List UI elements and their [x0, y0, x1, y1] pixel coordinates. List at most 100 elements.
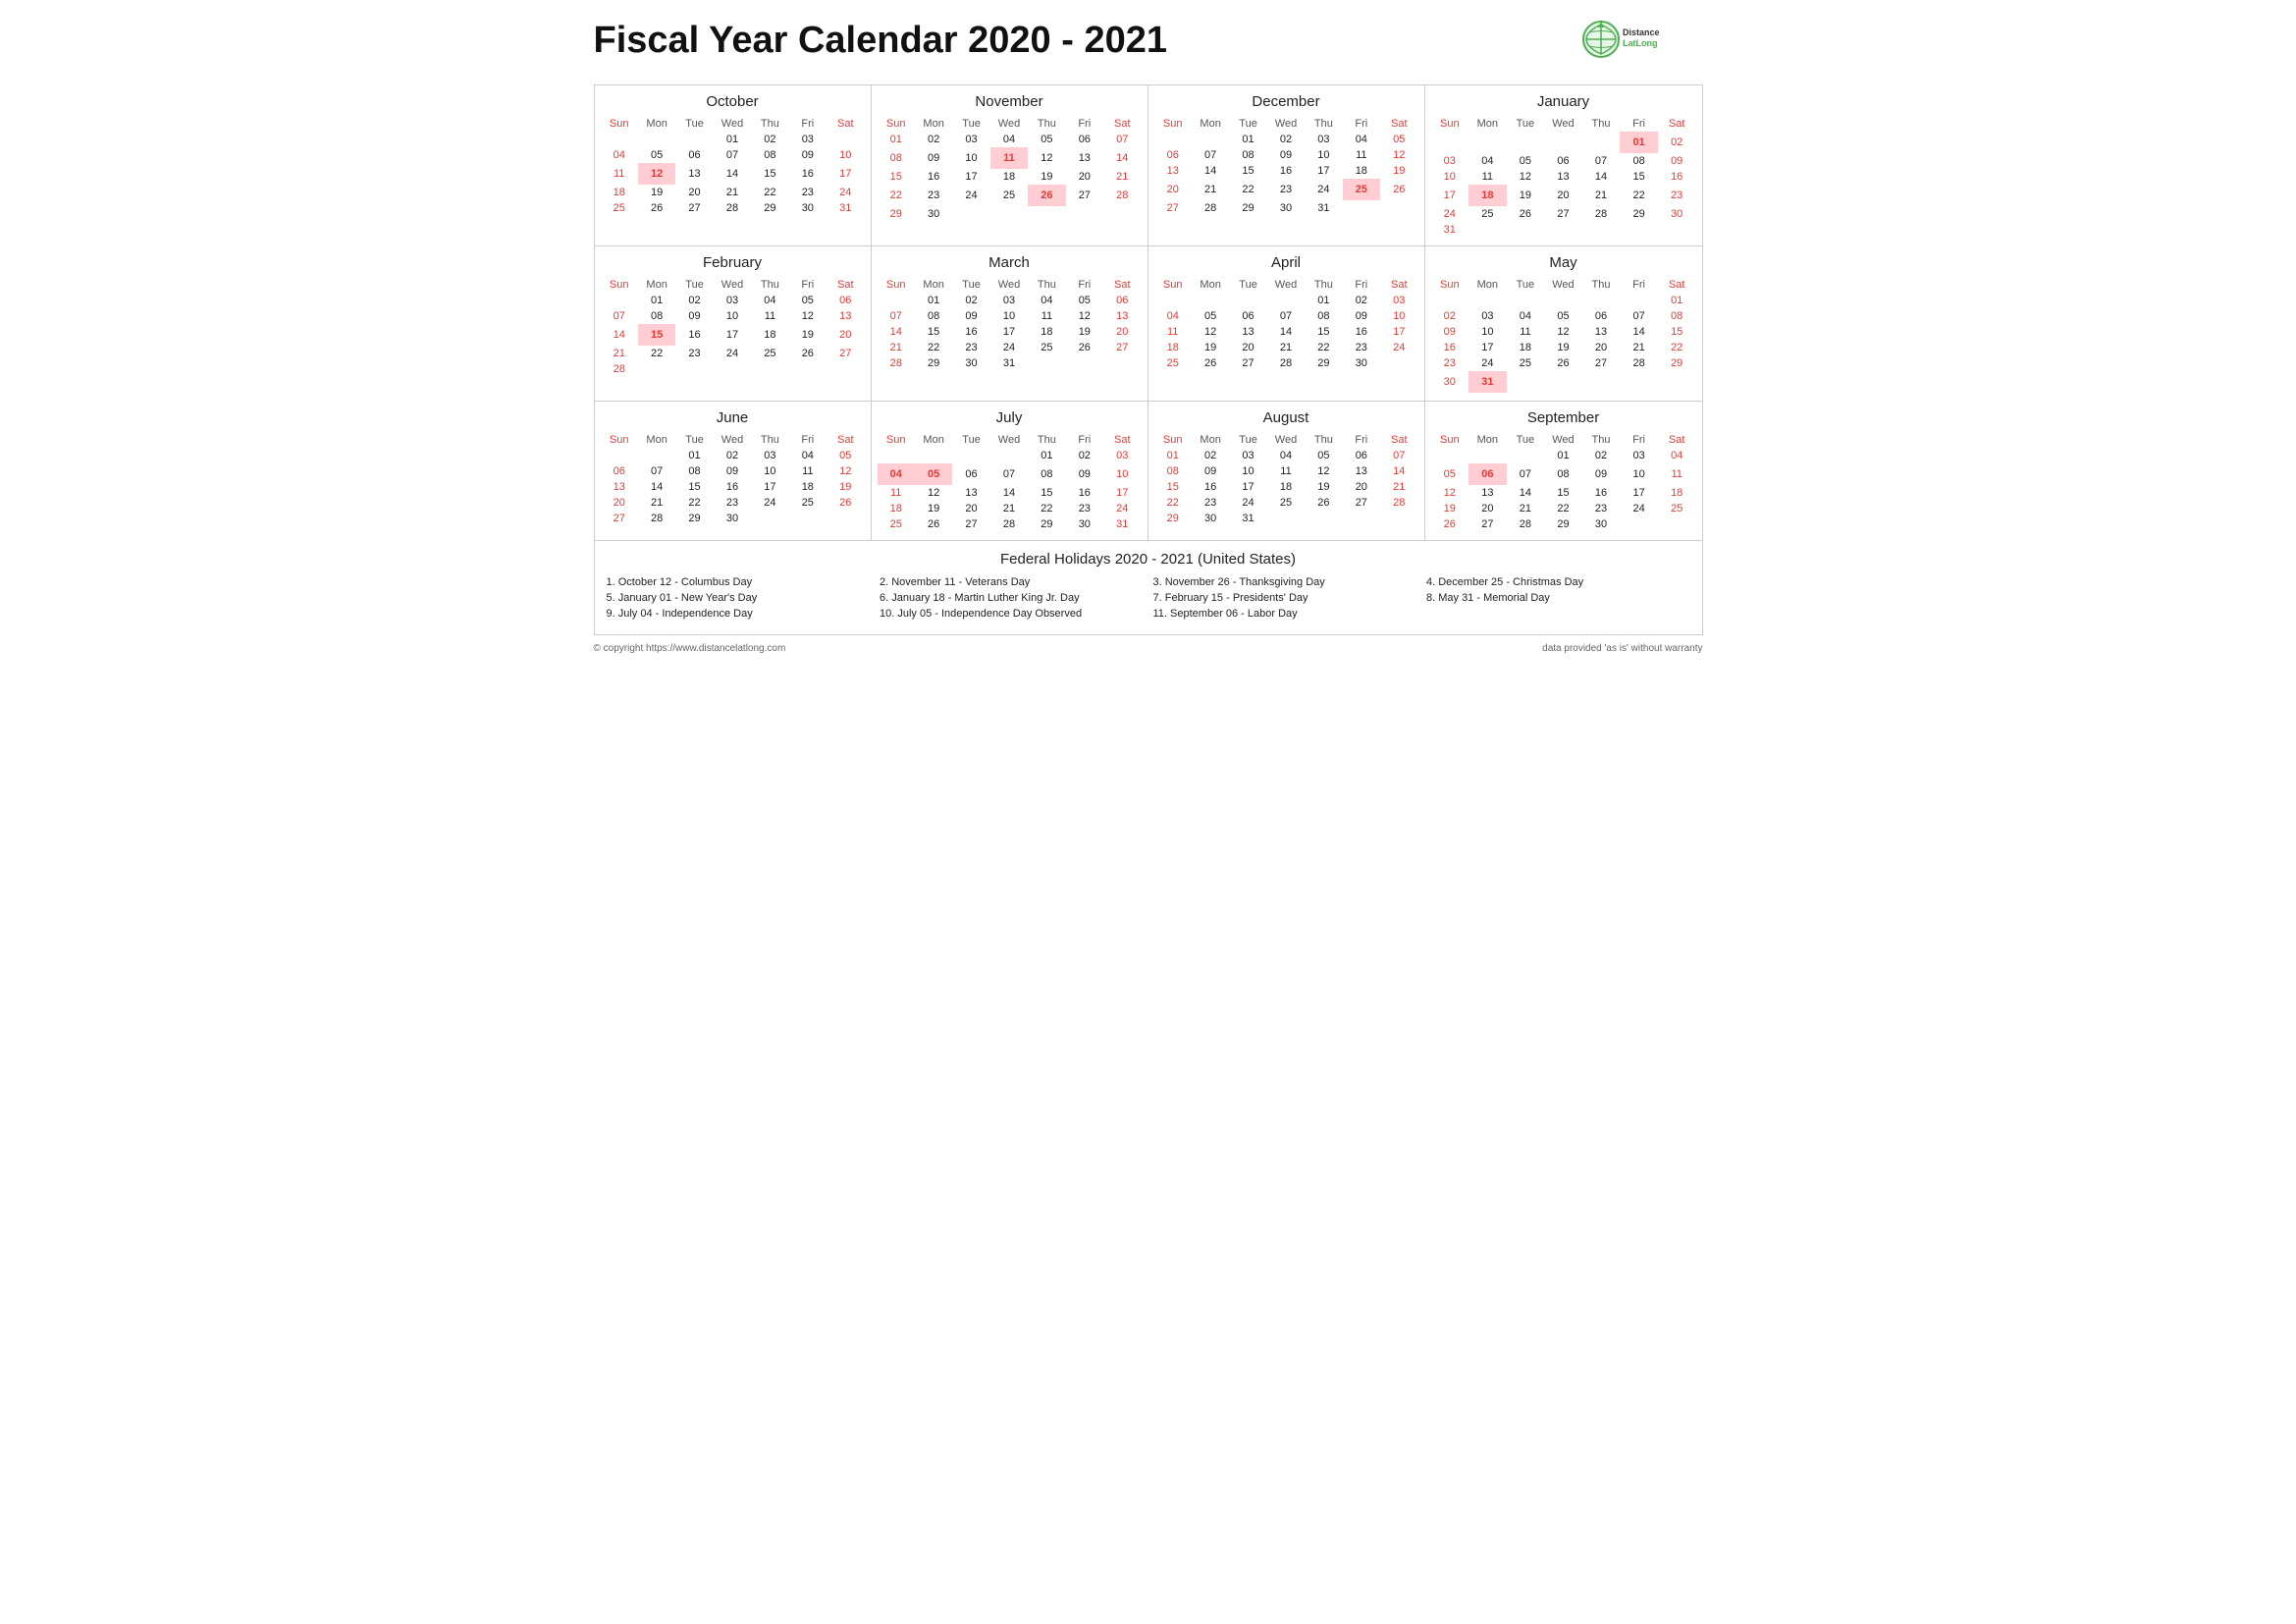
- calendar-day: 12: [827, 463, 864, 479]
- calendar-day: 24: [714, 346, 751, 361]
- calendar-day: 19: [1066, 324, 1103, 340]
- calendar-day: 27: [1229, 355, 1266, 371]
- calendar-day: 04: [990, 132, 1028, 147]
- calendar-day: 16: [952, 324, 989, 340]
- day-header: Sat: [1380, 432, 1417, 448]
- disclaimer: data provided 'as is' without warranty: [1542, 643, 1702, 654]
- calendar-day: 05: [1380, 132, 1417, 147]
- month-name: April: [1154, 254, 1418, 271]
- calendar-day: 16: [789, 163, 827, 185]
- day-header: Sat: [1103, 116, 1141, 132]
- calendar-day: 14: [1507, 485, 1545, 501]
- day-header: Mon: [915, 277, 952, 293]
- day-header: Sun: [1431, 116, 1469, 132]
- day-header: Tue: [675, 116, 713, 132]
- calendar-day: 16: [1658, 169, 1696, 185]
- holiday-item: 6. January 18 - Martin Luther King Jr. D…: [880, 591, 1144, 605]
- calendar-day: 27: [1468, 516, 1507, 532]
- calendar-day: 07: [1620, 308, 1658, 324]
- calendar-day: 22: [1305, 340, 1342, 355]
- calendar-day: 11: [1468, 169, 1507, 185]
- day-header: Wed: [714, 277, 751, 293]
- calendar-day: 21: [1380, 479, 1417, 495]
- month-block-april: AprilSunMonTueWedThuFriSat01020304050607…: [1148, 246, 1425, 402]
- calendar-day: 17: [1380, 324, 1417, 340]
- calendar-day: 08: [1305, 308, 1342, 324]
- calendar-day: 10: [1620, 463, 1658, 485]
- calendar-day: [1658, 371, 1696, 393]
- calendar-day: 09: [1431, 324, 1469, 340]
- calendar-day: 02: [952, 293, 989, 308]
- calendar-day: 11: [1028, 308, 1065, 324]
- calendar-day: 06: [1229, 308, 1266, 324]
- calendar-day: 09: [714, 463, 751, 479]
- calendar-day: 09: [1192, 463, 1229, 479]
- month-block-october: OctoberSunMonTueWedThuFriSat010203040506…: [595, 85, 872, 246]
- calendar-day: 11: [1507, 324, 1545, 340]
- calendar-day: 17: [952, 169, 989, 185]
- calendar-day: 18: [601, 185, 638, 200]
- calendar-day: 12: [1028, 147, 1065, 169]
- calendar-day: 09: [675, 308, 713, 324]
- calendar-day: 03: [1380, 293, 1417, 308]
- calendar-day: 24: [952, 185, 989, 206]
- calendar-day: 29: [1658, 355, 1696, 371]
- calendar-day: 30: [1658, 206, 1696, 222]
- calendar-day: [1620, 293, 1658, 308]
- calendar-day: 31: [1305, 200, 1342, 216]
- calendar-day: 21: [1620, 340, 1658, 355]
- calendar-day: 17: [1229, 479, 1266, 495]
- day-header: Thu: [1305, 277, 1342, 293]
- calendar-day: 30: [1267, 200, 1305, 216]
- calendar-day: 04: [1267, 448, 1305, 463]
- calendar-day: 12: [789, 308, 827, 324]
- calendar-day: [878, 448, 915, 463]
- month-block-december: DecemberSunMonTueWedThuFriSat01020304050…: [1148, 85, 1425, 246]
- holiday-item: 1. October 12 - Columbus Day: [607, 575, 871, 589]
- calendar-day: [1468, 222, 1507, 238]
- calendar-day: [1380, 200, 1417, 216]
- calendar-day: 17: [714, 324, 751, 346]
- calendar-day: 22: [1154, 495, 1192, 511]
- day-header: Sun: [1431, 277, 1469, 293]
- calendar-day: 27: [1066, 185, 1103, 206]
- calendar-day: [990, 206, 1028, 222]
- calendar-day: 24: [1229, 495, 1266, 511]
- day-header: Thu: [1582, 277, 1621, 293]
- day-header: Mon: [915, 116, 952, 132]
- calendar-day: [1620, 371, 1658, 393]
- day-header: Thu: [751, 277, 788, 293]
- calendar-day: 22: [1229, 179, 1266, 200]
- day-header: Sun: [601, 432, 638, 448]
- month-block-november: NovemberSunMonTueWedThuFriSat01020304050…: [872, 85, 1148, 246]
- calendar-day: 30: [952, 355, 989, 371]
- day-header: Thu: [1582, 432, 1621, 448]
- calendar-day: 03: [1229, 448, 1266, 463]
- calendar-day: 02: [1658, 132, 1696, 153]
- calendar-day: 28: [1192, 200, 1229, 216]
- calendar-day: 15: [878, 169, 915, 185]
- calendar-table: SunMonTueWedThuFriSat0102030405060708091…: [1154, 116, 1418, 216]
- calendar-day: 20: [1468, 501, 1507, 516]
- calendar-day: 28: [1380, 495, 1417, 511]
- calendar-day: 16: [675, 324, 713, 346]
- calendar-day: 13: [601, 479, 638, 495]
- calendar-day: 11: [1343, 147, 1380, 163]
- calendar-day: [638, 132, 675, 147]
- calendar-day: 01: [1620, 132, 1658, 153]
- calendar-day: 27: [1343, 495, 1380, 511]
- calendar-day: 22: [1544, 501, 1582, 516]
- calendar-day: 09: [1066, 463, 1103, 485]
- calendar-day: 03: [751, 448, 788, 463]
- calendar-day: 07: [714, 147, 751, 163]
- calendar-day: 26: [1192, 355, 1229, 371]
- calendar-day: [1507, 132, 1545, 153]
- calendar-day: 08: [1154, 463, 1192, 479]
- calendar-day: 03: [952, 132, 989, 147]
- calendar-day: 20: [675, 185, 713, 200]
- calendar-day: 23: [675, 346, 713, 361]
- calendar-day: 15: [638, 324, 675, 346]
- calendar-day: 13: [675, 163, 713, 185]
- calendar-day: [878, 293, 915, 308]
- calendar-day: 20: [601, 495, 638, 511]
